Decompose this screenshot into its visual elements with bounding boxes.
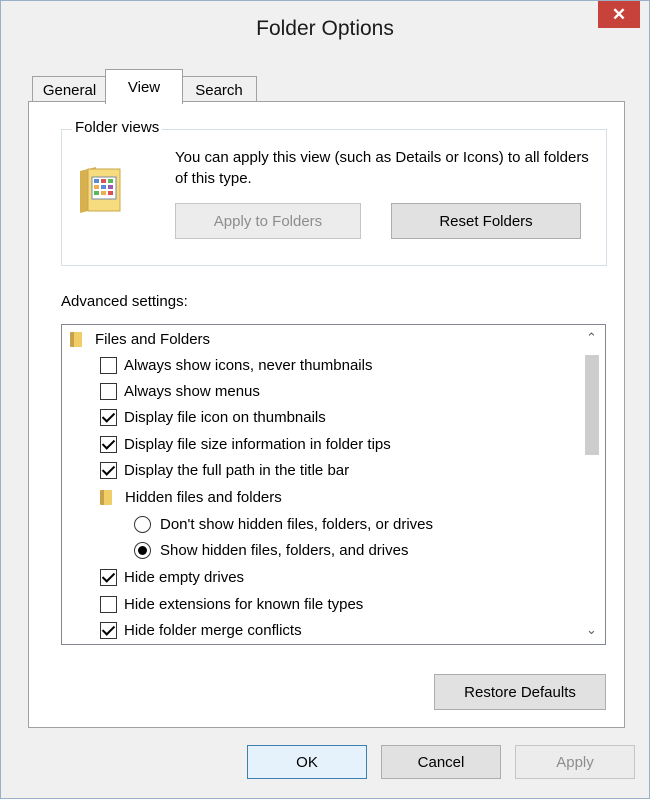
tree-folder-hidden-files: Hidden files and folders (100, 484, 282, 510)
restore-defaults-button[interactable]: Restore Defaults (434, 674, 606, 710)
checkbox-checked[interactable] (100, 621, 117, 639)
vertical-scrollbar[interactable]: ⌃ ⌄ (578, 325, 605, 644)
option-label: Display file icon on thumbnails (124, 408, 326, 426)
option-label: Hide extensions for known file types (124, 595, 364, 613)
folder-views-description: You can apply this view (such as Details… (175, 149, 589, 187)
apply-to-folders-button[interactable]: Apply to Folders (175, 203, 361, 239)
close-icon: ✕ (611, 4, 627, 24)
tab-general[interactable]: General (32, 76, 107, 103)
checkbox[interactable] (100, 356, 117, 374)
advanced-settings-list[interactable]: Files and Folders Always show icons, nev… (61, 324, 606, 645)
option-always-show-icons[interactable]: Always show icons, never thumbnails (100, 352, 372, 378)
cancel-button[interactable]: Cancel (381, 745, 501, 779)
tree-folder-files-and-folders: Files and Folders (70, 326, 210, 352)
option-label: Always show menus (124, 382, 260, 400)
tab-view[interactable]: View (105, 69, 183, 104)
option-hide-extensions[interactable]: Hide extensions for known file types (100, 591, 363, 617)
checkbox-checked[interactable] (100, 568, 117, 586)
ok-button[interactable]: OK (247, 745, 367, 779)
tab-search[interactable]: Search (181, 76, 257, 103)
radio-button-selected[interactable] (134, 541, 151, 559)
scroll-down-button[interactable]: ⌄ (578, 619, 605, 641)
option-show-hidden[interactable]: Show hidden files, folders, and drives (134, 537, 408, 563)
radio-button[interactable] (134, 515, 151, 533)
option-hide-empty-drives[interactable]: Hide empty drives (100, 564, 244, 590)
folder-options-dialog: Folder Options ✕ General View Search Fol… (0, 0, 650, 799)
reset-folders-button[interactable]: Reset Folders (391, 203, 581, 239)
folder-icon (70, 331, 82, 347)
chevron-up-icon: ⌃ (586, 330, 597, 345)
option-label: Display the full path in the title bar (124, 461, 350, 479)
checkbox-checked[interactable] (100, 461, 117, 479)
scroll-thumb[interactable] (585, 355, 599, 455)
folder-view-icon (80, 167, 121, 213)
checkbox[interactable] (100, 382, 117, 400)
option-label: Hide empty drives (124, 568, 245, 586)
chevron-down-icon: ⌄ (586, 622, 597, 637)
tree-item-label: Files and Folders (95, 330, 211, 348)
option-label: Display file size information in folder … (124, 435, 391, 453)
close-button[interactable]: ✕ (598, 1, 640, 28)
view-tab-panel: Folder views You can apply this view (su… (28, 101, 625, 728)
tree-item-label: Hidden files and folders (125, 488, 282, 506)
window-title: Folder Options (256, 17, 394, 40)
advanced-settings-label: Advanced settings: (61, 293, 188, 310)
option-display-file-size[interactable]: Display file size information in folder … (100, 431, 391, 457)
option-always-show-menus[interactable]: Always show menus (100, 378, 260, 404)
checkbox-checked[interactable] (100, 435, 117, 453)
option-label: Always show icons, never thumbnails (124, 356, 373, 374)
folder-views-group: Folder views You can apply this view (su… (61, 119, 607, 266)
option-dont-show-hidden[interactable]: Don't show hidden files, folders, or dri… (134, 511, 433, 537)
scroll-up-button[interactable]: ⌃ (578, 327, 605, 349)
apply-button[interactable]: Apply (515, 745, 635, 779)
folder-icon (100, 489, 112, 505)
checkbox-checked[interactable] (100, 408, 117, 426)
checkbox[interactable] (100, 595, 117, 613)
option-hide-merge-conflicts[interactable]: Hide folder merge conflicts (100, 617, 302, 643)
option-label: Hide folder merge conflicts (124, 621, 302, 639)
folder-views-legend: Folder views (72, 119, 163, 136)
option-display-file-icon[interactable]: Display file icon on thumbnails (100, 404, 326, 430)
title-bar[interactable]: Folder Options ✕ (1, 1, 649, 65)
option-label: Show hidden files, folders, and drives (160, 541, 409, 559)
option-display-full-path[interactable]: Display the full path in the title bar (100, 457, 349, 483)
option-label: Don't show hidden files, folders, or dri… (160, 515, 433, 533)
